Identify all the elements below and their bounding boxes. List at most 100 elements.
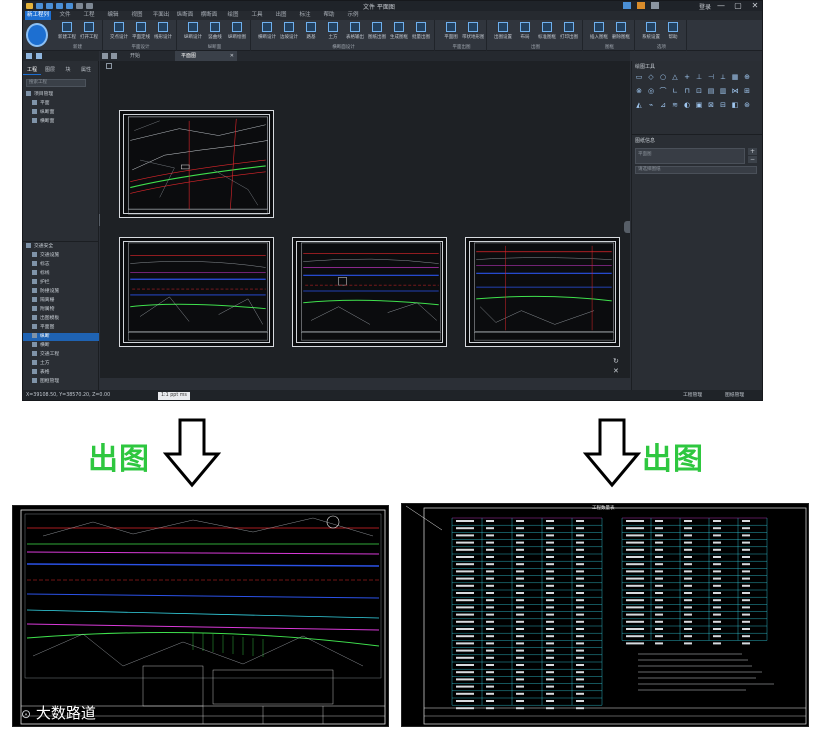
- close-button[interactable]: ✕: [747, 1, 762, 11]
- menu-tab-6[interactable]: 纵断面: [175, 11, 195, 20]
- drawing-canvas[interactable]: ↻ ✕: [100, 61, 630, 378]
- draw-tool-button[interactable]: ◇: [647, 73, 655, 81]
- tree-item[interactable]: 交通设施: [23, 252, 99, 260]
- status-sheet-manager[interactable]: 图纸管理: [725, 390, 744, 400]
- ribbon-button[interactable]: 平面图: [440, 21, 462, 43]
- menu-tab-7[interactable]: 横断面: [199, 11, 219, 20]
- app-menu-button[interactable]: [26, 23, 48, 47]
- menu-tab-0[interactable]: 新工程列表: [25, 11, 51, 27]
- draw-tool-button[interactable]: ⊿: [659, 101, 667, 109]
- draw-tool-button[interactable]: ▥: [719, 87, 727, 95]
- draw-tool-button[interactable]: △: [671, 73, 679, 81]
- draw-tool-button[interactable]: ○: [659, 73, 667, 81]
- draw-tool-button[interactable]: ▤: [707, 87, 715, 95]
- tree-item[interactable]: 横断: [23, 342, 99, 350]
- remove-icon[interactable]: −: [748, 156, 757, 163]
- menu-tab-3[interactable]: 编辑: [103, 11, 123, 20]
- tree-item[interactable]: 平面图: [23, 324, 99, 332]
- tree-item[interactable]: 交通工程: [23, 351, 99, 359]
- ribbon-button[interactable]: 表格输出: [344, 21, 366, 43]
- menu-tab-13[interactable]: 示例: [343, 11, 363, 20]
- draw-tool-button[interactable]: ⟂: [719, 73, 727, 81]
- draw-tool-button[interactable]: ⊛: [743, 101, 751, 109]
- draw-tool-button[interactable]: ◭: [635, 101, 643, 109]
- ribbon-button[interactable]: 竖曲线: [204, 21, 226, 43]
- ribbon-button[interactable]: 批量出图: [410, 21, 432, 43]
- draw-tool-button[interactable]: ⊥: [695, 73, 703, 81]
- cloud-icon[interactable]: [623, 2, 631, 9]
- folder-icon[interactable]: [111, 53, 117, 59]
- tree-item[interactable]: 纵断面: [23, 109, 99, 117]
- draw-tool-button[interactable]: ⊕: [743, 73, 751, 81]
- tree-item[interactable]: 出图模板: [23, 315, 99, 323]
- draw-tool-button[interactable]: ⊓: [683, 87, 691, 95]
- ribbon-button[interactable]: 横断设计: [256, 21, 278, 43]
- ribbon-button[interactable]: 图纸出图: [366, 21, 388, 43]
- viewport-icon[interactable]: [106, 63, 112, 69]
- tab-plan-drawing[interactable]: 平面图 ✕: [175, 51, 237, 61]
- maximize-button[interactable]: ▢: [730, 1, 746, 11]
- ribbon-button[interactable]: 生成图框: [388, 21, 410, 43]
- sheet-select[interactable]: 平面图: [635, 148, 745, 164]
- status-project-manager[interactable]: 工程管理: [683, 390, 702, 400]
- draw-tool-button[interactable]: ◧: [731, 101, 739, 109]
- draw-tool-button[interactable]: ⊞: [743, 87, 751, 95]
- collapse-icon[interactable]: [36, 53, 42, 59]
- draw-tool-button[interactable]: ⊡: [695, 87, 703, 95]
- menu-tab-1[interactable]: 文件: [55, 11, 75, 20]
- tree-item[interactable]: 交通安全: [23, 243, 99, 251]
- ribbon-button[interactable]: 路基: [300, 21, 322, 43]
- ribbon-button[interactable]: 土方: [322, 21, 344, 43]
- panel-tab-0[interactable]: 工程: [23, 65, 41, 75]
- scale-tag[interactable]: 1:1 ppt ms: [158, 392, 190, 400]
- ribbon-button[interactable]: 打印出图: [558, 21, 580, 43]
- tree-item[interactable]: 防撞设施: [23, 288, 99, 296]
- ribbon-button[interactable]: 新建工程: [56, 21, 78, 43]
- panel-tab-3[interactable]: 属性: [77, 65, 95, 75]
- tree-item[interactable]: 标志: [23, 261, 99, 269]
- ribbon-button[interactable]: 纵断绘图: [226, 21, 248, 43]
- drawing-sheet-4[interactable]: [465, 237, 620, 347]
- ribbon-button[interactable]: 边坡设计: [278, 21, 300, 43]
- ribbon-button[interactable]: 系统设置: [640, 21, 662, 43]
- collapse-right-handle[interactable]: [624, 221, 630, 233]
- menu-tab-12[interactable]: 帮助: [319, 11, 339, 20]
- draw-tool-button[interactable]: ⋈: [731, 87, 739, 95]
- project-search-input[interactable]: 搜索工程: [26, 79, 86, 87]
- menu-tab-4[interactable]: 视图: [127, 11, 147, 20]
- tab-start[interactable]: 开始: [124, 51, 146, 61]
- draw-tool-button[interactable]: ⌁: [647, 101, 655, 109]
- ribbon-button[interactable]: 带状地形图: [462, 21, 484, 43]
- print-icon[interactable]: [66, 3, 73, 9]
- shop-icon[interactable]: [637, 2, 645, 9]
- ribbon-button[interactable]: 帮助: [662, 21, 684, 43]
- sheet-hint[interactable]: 请选择图纸: [635, 166, 757, 174]
- draw-tool-button[interactable]: ≋: [671, 101, 679, 109]
- draw-tool-button[interactable]: ⊣: [707, 73, 715, 81]
- draw-tool-button[interactable]: ⊗: [635, 87, 643, 95]
- menu-tab-2[interactable]: 工程: [79, 11, 99, 20]
- tree-item[interactable]: 图框管理: [23, 378, 99, 386]
- drawing-sheet-2[interactable]: [119, 237, 274, 347]
- tree-item[interactable]: 横断面: [23, 118, 99, 126]
- ribbon-button[interactable]: 布局: [514, 21, 536, 43]
- tree-item[interactable]: 表格: [23, 369, 99, 377]
- menu-tab-5[interactable]: 平面出图: [151, 11, 171, 27]
- close-tab-icon[interactable]: ✕: [230, 51, 234, 61]
- tree-item[interactable]: 项目管理: [23, 91, 99, 99]
- ribbon-button[interactable]: 纵断设计: [182, 21, 204, 43]
- draw-tool-button[interactable]: ⌒: [659, 87, 667, 95]
- save-icon[interactable]: [56, 3, 63, 9]
- ribbon-button[interactable]: 标准图框: [536, 21, 558, 43]
- user-login[interactable]: 登录: [699, 2, 711, 11]
- panel-tab-1[interactable]: 图层: [41, 65, 59, 75]
- draw-tool-button[interactable]: +: [683, 73, 691, 81]
- add-icon[interactable]: +: [748, 148, 757, 155]
- drawing-sheet-1[interactable]: [119, 110, 274, 218]
- ribbon-button[interactable]: 删除图框: [610, 21, 632, 43]
- ribbon-button[interactable]: 出图设置: [492, 21, 514, 43]
- draw-tool-button[interactable]: ◐: [683, 101, 691, 109]
- settings-icon[interactable]: [651, 2, 659, 9]
- ribbon-button[interactable]: 插入图框: [588, 21, 610, 43]
- close-view-icon[interactable]: ✕: [613, 367, 623, 377]
